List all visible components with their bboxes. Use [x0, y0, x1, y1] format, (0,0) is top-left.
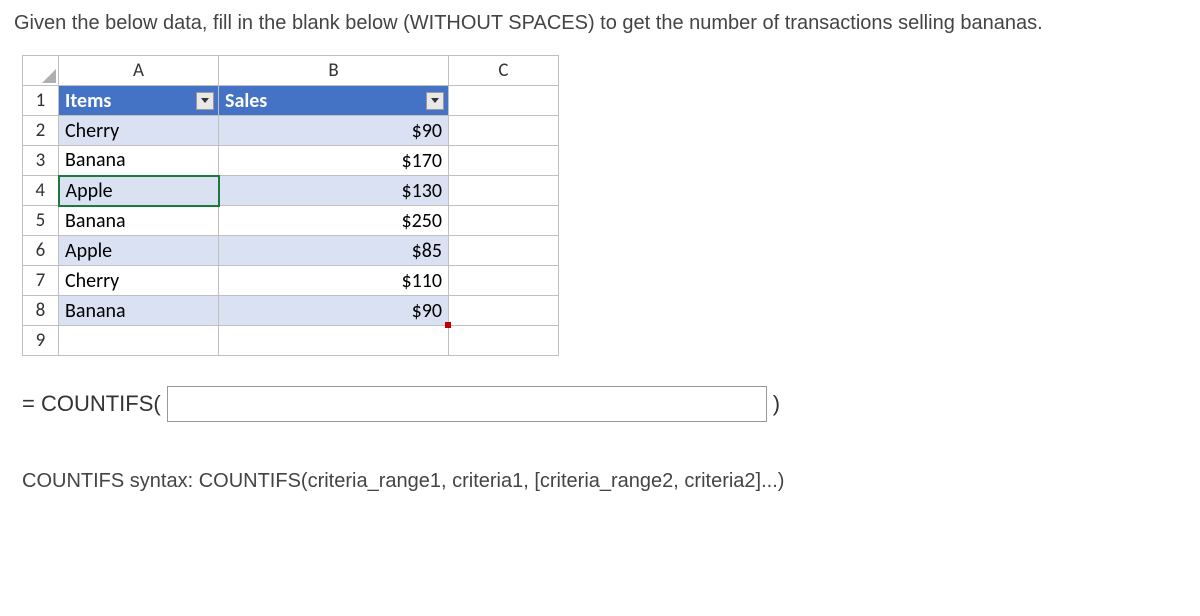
table-row: 3 Banana $170 — [23, 146, 559, 176]
cell-sales: $85 — [219, 236, 449, 266]
formula-suffix: ) — [773, 391, 780, 417]
table-header-items: Items — [59, 86, 219, 116]
formula-input[interactable] — [167, 386, 767, 422]
row-number: 5 — [23, 206, 59, 236]
cell-sales: $90 — [219, 296, 449, 326]
table-row: 5 Banana $250 — [23, 206, 559, 236]
cell-item: Apple — [59, 176, 219, 206]
syntax-hint: COUNTIFS syntax: COUNTIFS(criteria_range… — [22, 470, 1186, 493]
empty-cell — [449, 266, 559, 296]
cell-sales: $130 — [219, 176, 449, 206]
row-number: 8 — [23, 296, 59, 326]
row-number: 4 — [23, 176, 59, 206]
table-row: 6 Apple $85 — [23, 236, 559, 266]
empty-cell — [449, 176, 559, 206]
cell-sales: $170 — [219, 146, 449, 176]
empty-cell — [59, 326, 219, 356]
cell-sales-value: $90 — [412, 299, 442, 323]
empty-cell — [449, 296, 559, 326]
filter-dropdown-icon[interactable] — [196, 92, 214, 110]
row-number: 7 — [23, 266, 59, 296]
empty-cell — [449, 146, 559, 176]
table-row: 7 Cherry $110 — [23, 266, 559, 296]
spreadsheet-table: A B C 1 Items Sales 2 Cherry $90 3 Banan… — [22, 55, 559, 356]
row-number: 6 — [23, 236, 59, 266]
header-items-label: Items — [65, 89, 111, 113]
row-number: 2 — [23, 116, 59, 146]
question-text: Given the below data, fill in the blank … — [14, 12, 1186, 35]
row-number: 9 — [23, 326, 59, 356]
formula-row: = COUNTIFS( ) — [22, 386, 1186, 422]
column-header-row: A B C — [23, 56, 559, 86]
cell-item: Banana — [59, 146, 219, 176]
empty-cell — [449, 116, 559, 146]
cell-item: Banana — [59, 206, 219, 236]
formula-prefix: = COUNTIFS( — [22, 391, 161, 417]
cell-item: Apple — [59, 236, 219, 266]
table-row: 1 Items Sales — [23, 86, 559, 116]
filter-dropdown-icon[interactable] — [426, 92, 444, 110]
table-row: 2 Cherry $90 — [23, 116, 559, 146]
column-header-b: B — [219, 56, 449, 86]
cell-sales: $90 — [219, 116, 449, 146]
table-row: 9 — [23, 326, 559, 356]
table-row: 4 Apple $130 — [23, 176, 559, 206]
empty-cell — [449, 206, 559, 236]
header-sales-label: Sales — [225, 89, 267, 113]
table-row: 8 Banana $90 — [23, 296, 559, 326]
column-header-c: C — [449, 56, 559, 86]
table-resize-handle-icon[interactable] — [445, 322, 451, 328]
cell-sales: $110 — [219, 266, 449, 296]
column-header-a: A — [59, 56, 219, 86]
empty-cell — [219, 326, 449, 356]
empty-cell — [449, 86, 559, 116]
select-all-triangle-icon — [42, 69, 56, 83]
table-header-sales: Sales — [219, 86, 449, 116]
row-number: 1 — [23, 86, 59, 116]
cell-item: Cherry — [59, 266, 219, 296]
empty-cell — [449, 236, 559, 266]
cell-item: Banana — [59, 296, 219, 326]
cell-item: Cherry — [59, 116, 219, 146]
empty-cell — [449, 326, 559, 356]
cell-sales: $250 — [219, 206, 449, 236]
corner-cell — [23, 56, 59, 86]
row-number: 3 — [23, 146, 59, 176]
